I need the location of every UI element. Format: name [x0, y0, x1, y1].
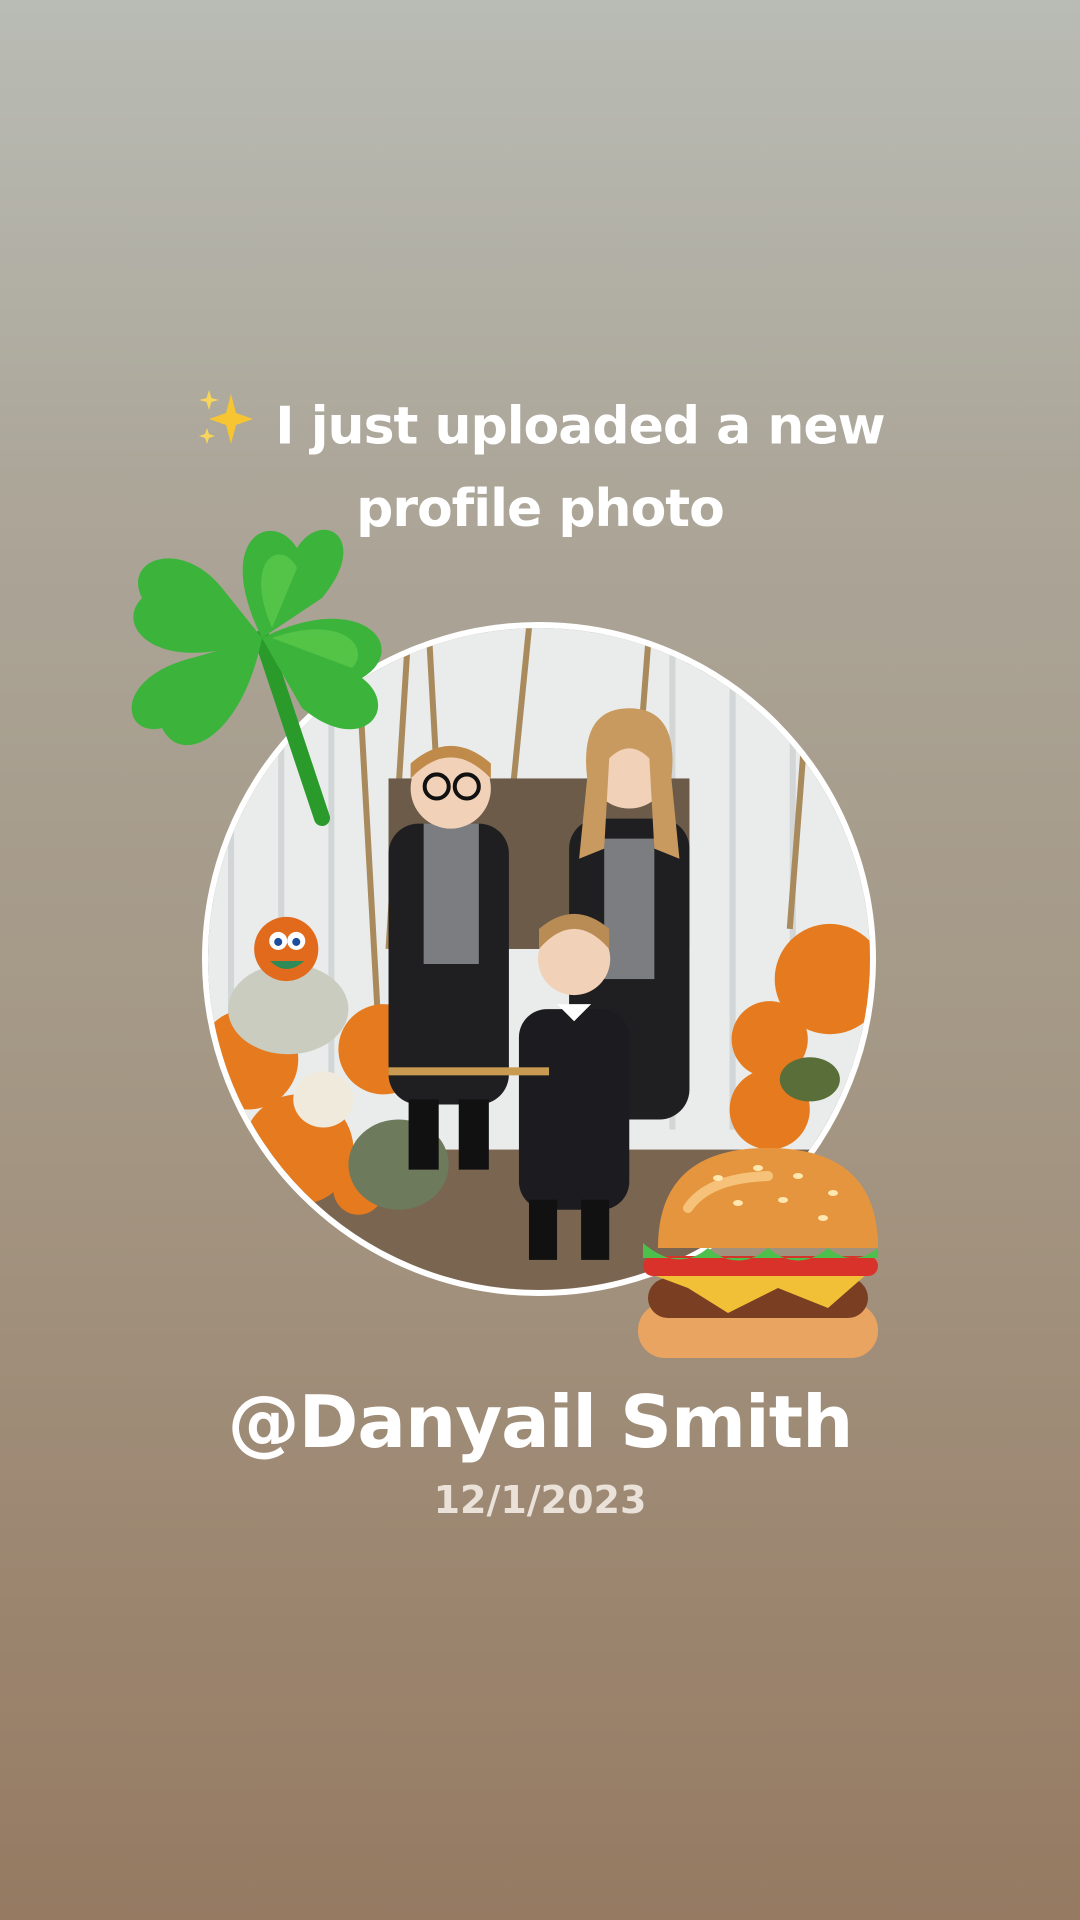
username[interactable]: @Danyail Smith [140, 1380, 940, 1464]
sparkles-icon [195, 388, 257, 471]
four-leaf-clover-sticker [131, 529, 382, 826]
hamburger-sticker [638, 1148, 878, 1358]
post-date: 12/1/2023 [433, 1478, 647, 1522]
